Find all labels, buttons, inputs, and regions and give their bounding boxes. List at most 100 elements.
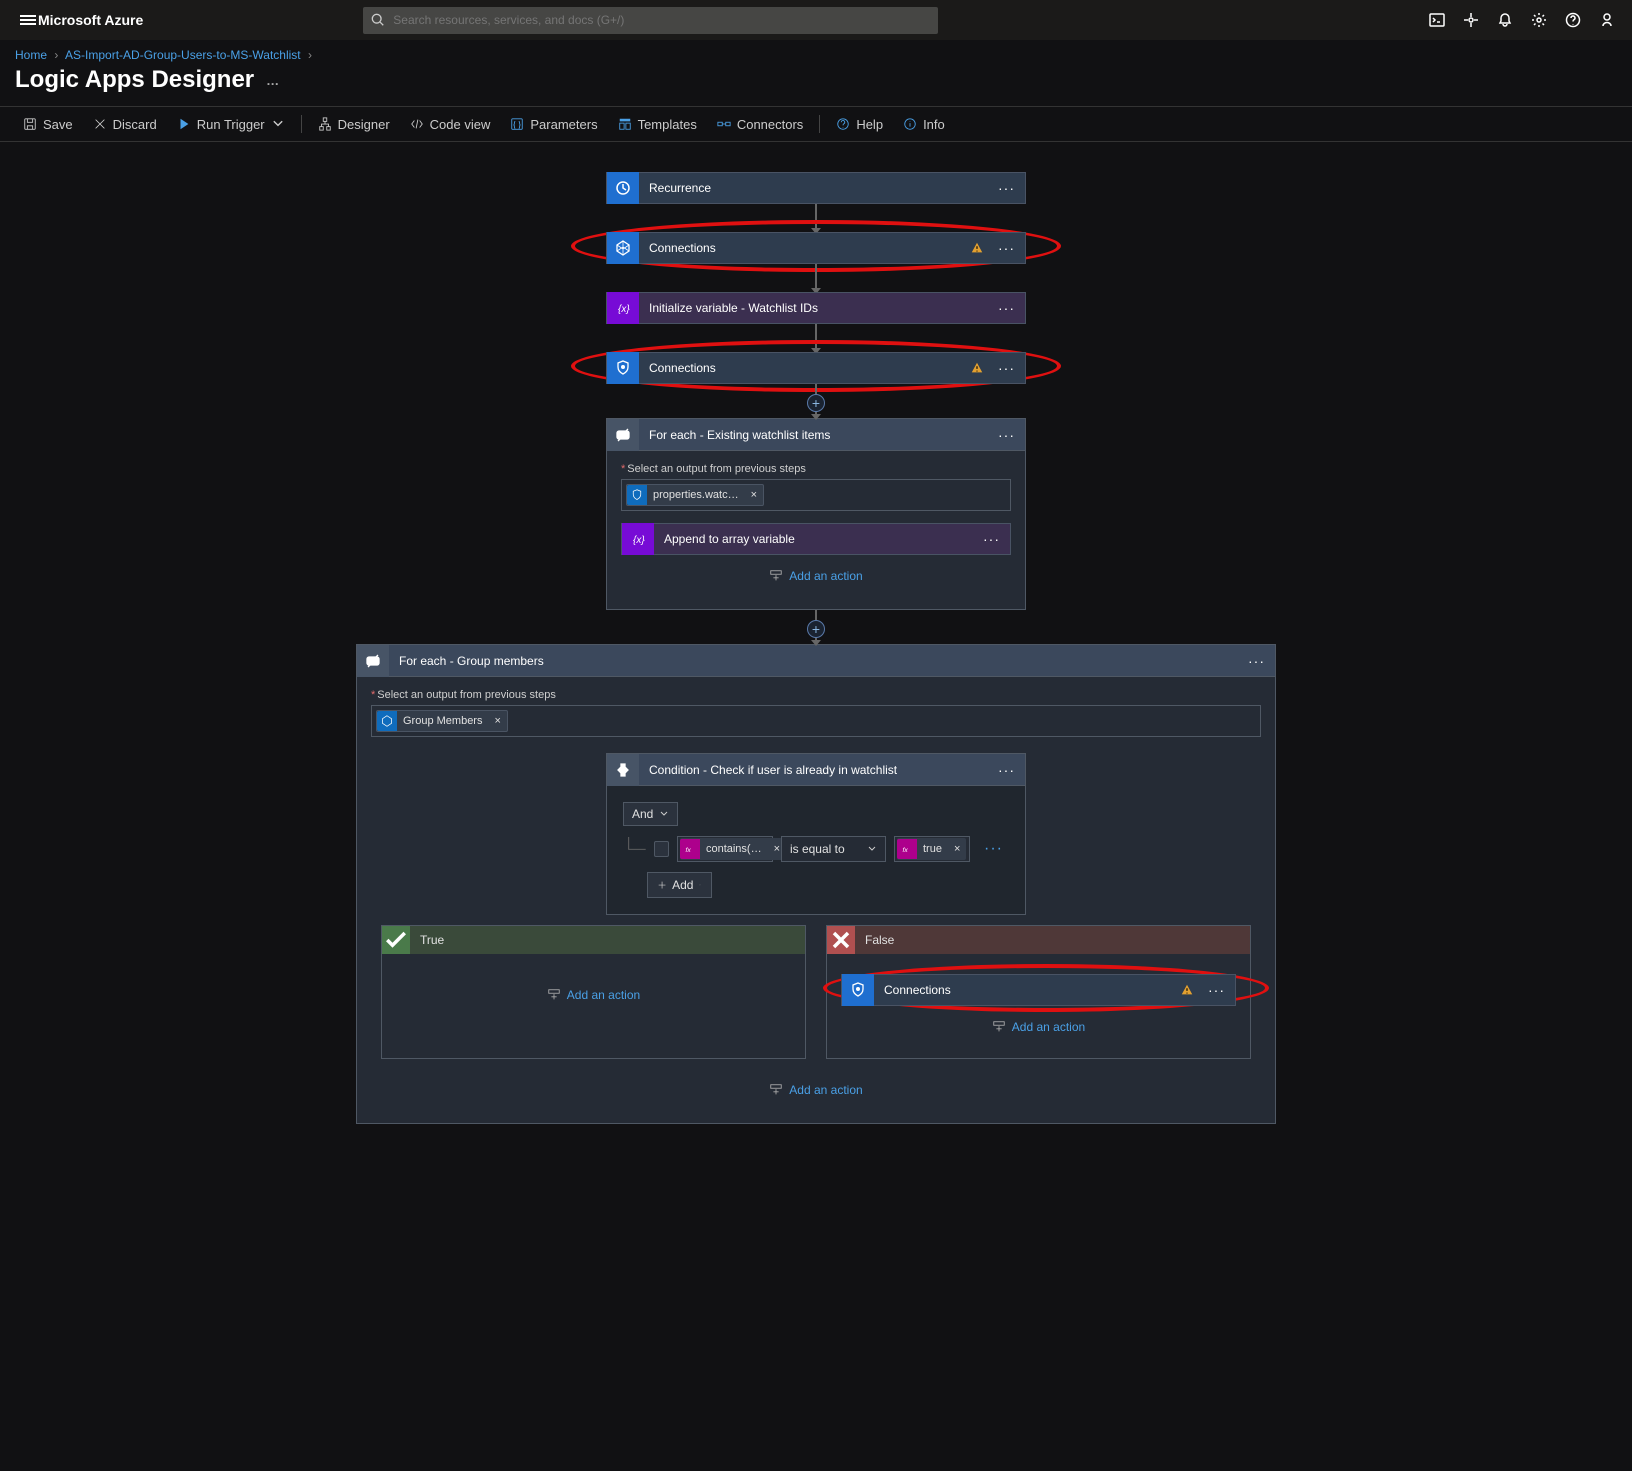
plus-icon [658,881,666,889]
condition-header[interactable]: Condition - Check if user is already in … [607,754,1025,786]
connections-card-1[interactable]: Connections ··· [606,232,1026,264]
card-more-icon[interactable]: ··· [1238,653,1275,669]
designer-button[interactable]: Designer [310,113,398,136]
check-icon [382,926,410,954]
cloud-shell-icon[interactable] [1422,0,1452,40]
search-box[interactable] [363,7,938,34]
add-action-row: Add an action [621,555,1011,597]
top-bar: Microsoft Azure [0,0,1632,40]
variable-icon: {x} [607,292,639,324]
add-action-link[interactable]: Add an action [1012,1020,1085,1034]
append-array-card[interactable]: {x} Append to array variable ··· [621,523,1011,555]
add-action-link[interactable]: Add an action [789,1083,862,1097]
sentinel-icon [607,352,639,384]
designer-canvas[interactable]: Recurrence ··· Connections ··· {x} Initi… [0,142,1632,1184]
page-title-more-icon[interactable]: … [266,73,280,88]
condition-left-field[interactable]: fx contains(… × [677,836,773,862]
card-more-icon[interactable]: ··· [988,180,1025,196]
token-remove-icon[interactable]: × [488,715,506,727]
foreach-watchlist-items-container[interactable]: For each - Existing watchlist items ··· … [606,418,1026,610]
settings-icon[interactable] [1524,0,1554,40]
foreach-icon [357,645,389,677]
condition-operator-select[interactable]: is equal to [781,836,886,862]
false-branch[interactable]: False Connections ··· [826,925,1251,1059]
output-token[interactable]: properties.watc… × [626,484,764,506]
code-icon [410,117,424,131]
foreach-group-members-container[interactable]: For each - Group members ··· *Select an … [356,644,1276,1124]
brackets-icon [510,117,524,131]
card-more-icon[interactable]: ··· [1198,982,1235,998]
fx-icon: fx [680,839,700,859]
search-input[interactable] [391,12,930,28]
init-variable-card[interactable]: {x} Initialize variable - Watchlist IDs … [606,292,1026,324]
variable-icon: {x} [622,523,654,555]
svg-text:{x}: {x} [618,304,630,315]
true-branch[interactable]: True Add an action [381,925,806,1059]
run-trigger-button[interactable]: Run Trigger [169,113,293,136]
recurrence-card[interactable]: Recurrence ··· [606,172,1026,204]
card-title: Connections [639,241,970,255]
info-icon [903,117,917,131]
sitemap-icon [318,117,332,131]
add-action-icon [769,1083,783,1097]
add-action-row: Add an action [371,1069,1261,1111]
save-button[interactable]: Save [15,113,81,136]
card-more-icon[interactable]: ··· [988,360,1025,376]
add-action-link[interactable]: Add an action [789,569,862,583]
directories-icon[interactable] [1456,0,1486,40]
parameters-button[interactable]: Parameters [502,113,605,136]
breadcrumb-item[interactable]: AS-Import-AD-Group-Users-to-MS-Watchlist [65,48,301,62]
discard-button[interactable]: Discard [85,113,165,136]
plus-button[interactable]: + [807,394,825,412]
token-remove-icon[interactable]: × [745,489,763,501]
token-remove-icon[interactable]: × [948,843,966,855]
card-title: Connections [874,983,1180,997]
chevron-down-icon [271,117,285,131]
connections-card-3[interactable]: Connections ··· [841,974,1236,1006]
card-title: Append to array variable [654,532,973,546]
code-view-button[interactable]: Code view [402,113,499,136]
warning-icon [1180,983,1194,997]
add-action-icon [992,1020,1006,1034]
output-select-input[interactable]: Group Members × [371,705,1261,737]
plus-button[interactable]: + [807,620,825,638]
help-button[interactable]: Help [828,113,891,136]
info-button[interactable]: Info [895,113,953,136]
top-icons [1422,0,1622,40]
false-header: False [827,926,1250,954]
foreach-header[interactable]: For each - Existing watchlist items ··· [607,419,1025,451]
connectors-button[interactable]: Connectors [709,113,811,136]
output-select-label: *Select an output from previous steps [621,463,1011,475]
card-more-icon[interactable]: ··· [988,427,1025,443]
and-dropdown[interactable]: And [623,802,678,826]
card-more-icon[interactable]: ··· [973,531,1010,547]
svg-text:fx: fx [685,847,691,854]
condition-add-button[interactable]: Add [647,872,712,898]
sentinel-icon [627,485,647,505]
breadcrumb-home[interactable]: Home [15,48,47,62]
feedback-icon[interactable] [1592,0,1622,40]
card-more-icon[interactable]: ··· [988,240,1025,256]
add-action-link[interactable]: Add an action [567,988,640,1002]
foreach-header[interactable]: For each - Group members ··· [357,645,1275,677]
output-token[interactable]: Group Members × [376,710,508,732]
condition-right-field[interactable]: fx true × [894,836,970,862]
question-icon [836,117,850,131]
close-icon [93,117,107,131]
card-title: For each - Group members [389,654,1238,668]
card-more-icon[interactable]: ··· [988,300,1025,316]
hamburger-menu[interactable] [10,13,30,27]
tree-line [623,837,646,862]
help-icon[interactable] [1558,0,1588,40]
condition-row-checkbox[interactable] [654,841,669,857]
output-select-input[interactable]: properties.watc… × [621,479,1011,511]
connections-card-2[interactable]: Connections ··· [606,352,1026,384]
condition-row-more-icon[interactable]: ··· [978,840,1009,858]
chevron-down-icon [867,844,877,854]
notifications-icon[interactable] [1490,0,1520,40]
card-more-icon[interactable]: ··· [988,762,1025,778]
page-title: Logic Apps Designer [15,66,254,94]
card-title: Connections [639,361,970,375]
templates-button[interactable]: Templates [610,113,705,136]
condition-container[interactable]: Condition - Check if user is already in … [606,753,1026,915]
